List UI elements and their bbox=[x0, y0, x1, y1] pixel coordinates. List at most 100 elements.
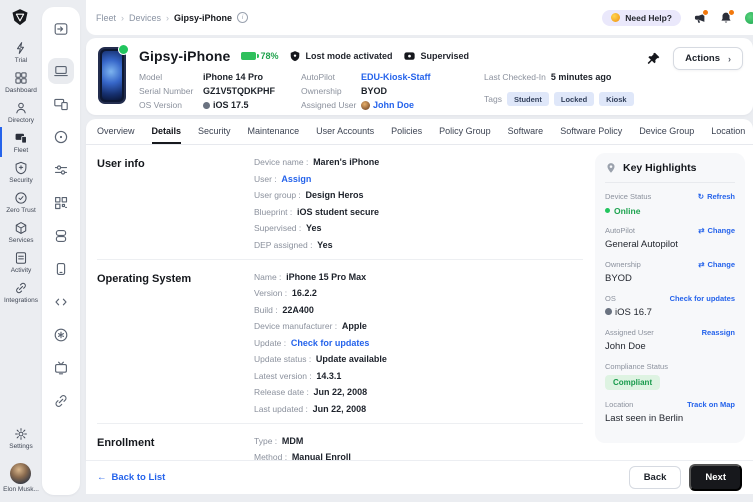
breadcrumb-devices[interactable]: Devices bbox=[129, 13, 161, 23]
sidebar-item-fleet[interactable]: Fleet bbox=[0, 127, 40, 157]
detail-content: User info Device name Maren's iPhone Us bbox=[86, 145, 753, 460]
tab[interactable]: Security bbox=[198, 119, 231, 144]
highlight-action-link[interactable]: Check for updates bbox=[670, 294, 735, 303]
field-label: AutoPilot bbox=[301, 72, 336, 82]
sidebar-item-zero-trust[interactable]: Zero Trust bbox=[0, 187, 40, 217]
tab[interactable]: Policy Group bbox=[439, 119, 491, 144]
tag-chip[interactable]: Locked bbox=[553, 92, 595, 106]
detail-row: Device name Maren's iPhone bbox=[254, 157, 379, 167]
highlight-action-link[interactable]: ⇄ Change bbox=[698, 226, 735, 235]
sidebar-user[interactable]: Elon Musk... bbox=[1, 459, 39, 496]
tab[interactable]: User Accounts bbox=[316, 119, 374, 144]
sidebar-item-services[interactable]: Services bbox=[0, 217, 40, 247]
detail-row: Method Manual Enroll bbox=[254, 452, 351, 460]
section-rows: Name iPhone 15 Pro Max Version 16.2.2 bbox=[254, 272, 387, 414]
row-value: Design Heros bbox=[305, 190, 364, 200]
laptop-icon[interactable] bbox=[48, 58, 74, 84]
sidebar-bottom: Settings Elon Musk... bbox=[1, 423, 39, 496]
tag-chip[interactable]: Kiosk bbox=[599, 92, 634, 106]
device-title: Gipsy-iPhone bbox=[139, 48, 231, 64]
link-icon[interactable] bbox=[48, 388, 74, 414]
highlight-item: Compliance Status Compliant bbox=[605, 362, 735, 390]
notifications-button[interactable] bbox=[719, 8, 735, 25]
sidebar-item-label: Zero Trust bbox=[6, 207, 36, 214]
assigned-user-link[interactable]: John Doe bbox=[361, 100, 414, 110]
tab[interactable]: Location bbox=[711, 119, 745, 144]
chevron-right-icon: › bbox=[728, 53, 731, 64]
sidebar-item-integrations[interactable]: Integrations bbox=[0, 277, 40, 307]
monitor-tablet-icon[interactable] bbox=[48, 91, 74, 117]
row-value[interactable]: Assign bbox=[281, 174, 311, 184]
sidebar-item-activity[interactable]: Activity bbox=[0, 247, 40, 277]
detail-row: Build 22A400 bbox=[254, 305, 387, 315]
sidebar-item-dashboard[interactable]: Dashboard bbox=[0, 67, 40, 97]
app-logo-icon[interactable] bbox=[10, 7, 30, 27]
user-name: Elon Musk... bbox=[3, 486, 39, 493]
announcements-button[interactable] bbox=[693, 8, 709, 25]
icon-rail bbox=[42, 7, 80, 495]
highlight-action-link[interactable]: ↻ Refresh bbox=[698, 192, 735, 201]
panel-collapse-icon[interactable] bbox=[48, 16, 74, 42]
next-button[interactable]: Next bbox=[689, 464, 742, 491]
breadcrumb-current: Gipsy-iPhone bbox=[174, 12, 233, 23]
row-value[interactable]: Check for updates bbox=[291, 338, 370, 348]
key-highlights-panel: Key Highlights Device Status ↻ Refresh On… bbox=[595, 153, 745, 443]
sidebar-item-label: Dashboard bbox=[5, 87, 37, 94]
app-shell: Trial Dashboard Directory Fleet Security… bbox=[0, 0, 753, 502]
disc-icon[interactable] bbox=[48, 124, 74, 150]
highlight-value: John Doe bbox=[605, 341, 646, 352]
sidebar-item-directory[interactable]: Directory bbox=[0, 97, 40, 127]
highlight-action-link[interactable]: Reassign bbox=[702, 328, 735, 337]
row-value: Jun 22, 2008 bbox=[313, 387, 368, 397]
field-value: iPhone 14 Pro bbox=[203, 72, 264, 82]
highlight-item: Location Track on Map Last seen in Berli… bbox=[605, 400, 735, 424]
detail-row: Release date Jun 22, 2008 bbox=[254, 387, 387, 397]
battery-percent: 78% bbox=[260, 51, 279, 61]
sidebar-item-trial[interactable]: Trial bbox=[0, 37, 40, 67]
tv-icon[interactable] bbox=[48, 355, 74, 381]
highlight-item: OS Check for updates iOS 16.7 bbox=[605, 294, 735, 318]
code-icon[interactable] bbox=[48, 289, 74, 315]
sliders-icon[interactable] bbox=[48, 157, 74, 183]
actions-label: Actions bbox=[685, 53, 720, 64]
device-fields-right: Last Checked-In 5 minutes ago Tags Stude… bbox=[484, 72, 634, 110]
sidebar-item-security[interactable]: Security bbox=[0, 157, 40, 187]
asterisk-circle-icon[interactable] bbox=[48, 322, 74, 348]
tags-label: Tags bbox=[484, 94, 502, 104]
row-value: iOS student secure bbox=[297, 206, 380, 217]
tab[interactable]: Details bbox=[151, 119, 182, 144]
pin-icon[interactable] bbox=[646, 51, 661, 66]
device-fields-mid: AutoPilot EDU-Kiosk-Staff Ownership BYOD A… bbox=[301, 72, 484, 110]
key-highlights-title: Key Highlights bbox=[623, 162, 697, 174]
tab[interactable]: Policies bbox=[391, 119, 422, 144]
back-to-list-link[interactable]: ← Back to List bbox=[97, 472, 165, 483]
tab[interactable]: Maintenance bbox=[248, 119, 300, 144]
stack-icon[interactable] bbox=[48, 223, 74, 249]
need-help-label: Need Help? bbox=[625, 12, 672, 23]
actions-button[interactable]: Actions › bbox=[673, 47, 743, 70]
tablet-icon[interactable] bbox=[48, 256, 74, 282]
sidebar-item-label: Security bbox=[9, 177, 33, 184]
qr-code-icon[interactable] bbox=[48, 190, 74, 216]
tag-chip[interactable]: Student bbox=[506, 92, 549, 106]
row-value: Update available bbox=[315, 354, 387, 364]
info-icon[interactable]: i bbox=[237, 12, 249, 23]
back-button[interactable]: Back bbox=[628, 466, 682, 489]
breadcrumb-fleet[interactable]: Fleet bbox=[96, 13, 116, 23]
tab[interactable]: Software bbox=[508, 119, 544, 144]
sidebar-item-settings[interactable]: Settings bbox=[7, 423, 33, 453]
detail-card: Overview Details Security Maintenance User A… bbox=[86, 119, 753, 460]
highlight-action-link[interactable]: ⇄ Change bbox=[698, 260, 735, 269]
row-label: Blueprint bbox=[254, 207, 297, 217]
user-avatar bbox=[10, 463, 32, 484]
highlight-action-link[interactable]: Track on Map bbox=[687, 400, 735, 409]
detail-row: Version 16.2.2 bbox=[254, 288, 387, 298]
autopilot-link[interactable]: EDU-Kiosk-Staff bbox=[361, 72, 431, 82]
tab[interactable]: Software Policy bbox=[560, 119, 622, 144]
status-edge-icon bbox=[745, 11, 753, 24]
need-help-button[interactable]: Need Help? bbox=[602, 9, 681, 26]
sidebar-item-label: Settings bbox=[9, 443, 33, 450]
tab[interactable]: Overview bbox=[97, 119, 135, 144]
notification-badge bbox=[728, 8, 735, 16]
tab[interactable]: Device Group bbox=[639, 119, 694, 144]
